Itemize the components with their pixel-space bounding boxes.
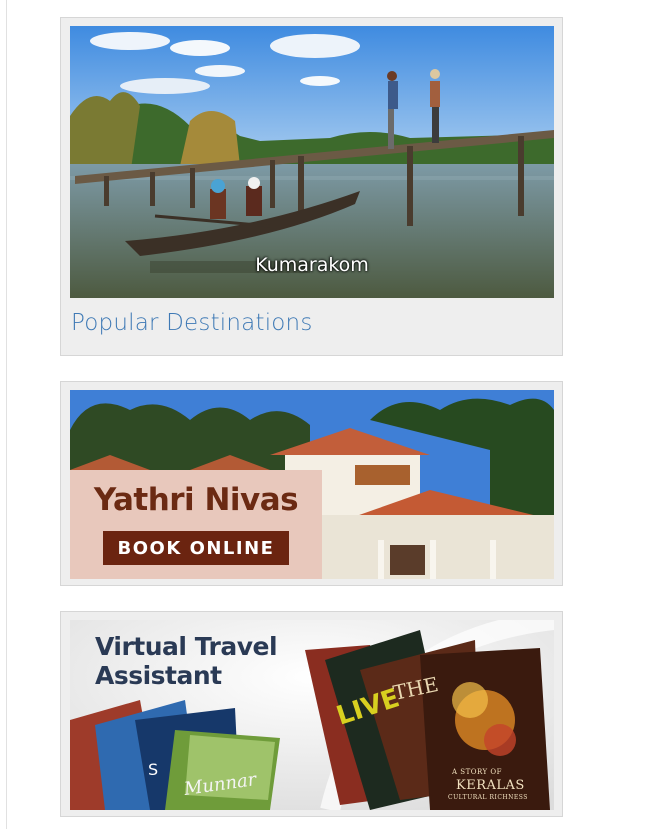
- booking-panel: Yathri Nivas BOOK ONLINE: [70, 470, 322, 579]
- virtual-travel-assistant-banner[interactable]: LIVE THE Munnar S Virtual Travel Assista…: [60, 611, 563, 817]
- yathri-nivas-banner[interactable]: Yathri Nivas BOOK ONLINE: [60, 381, 563, 586]
- book-cover-small: A STORY OF: [452, 768, 502, 776]
- book-cover-subtitle: CULTURAL RICHNESS: [448, 794, 528, 801]
- book-online-button[interactable]: BOOK ONLINE: [103, 531, 289, 565]
- popular-destinations-link[interactable]: Popular Destinations: [71, 310, 313, 336]
- popular-destinations-card[interactable]: Kumarakom Popular Destinations: [60, 17, 563, 356]
- virtual-travel-assistant-title: Virtual Travel Assistant: [95, 632, 278, 690]
- virtual-travel-assistant-image[interactable]: LIVE THE Munnar S Virtual Travel Assista…: [70, 620, 554, 810]
- kumarakom-photo[interactable]: Kumarakom: [70, 26, 554, 298]
- yathri-nivas-title: Yathri Nivas: [93, 482, 299, 518]
- photo-caption: Kumarakom: [255, 254, 369, 276]
- yathri-nivas-image[interactable]: Yathri Nivas BOOK ONLINE: [70, 390, 554, 579]
- book-cover-title: KERALAS: [456, 778, 525, 793]
- page-left-border: [6, 0, 7, 829]
- svg-text:S: S: [148, 760, 158, 779]
